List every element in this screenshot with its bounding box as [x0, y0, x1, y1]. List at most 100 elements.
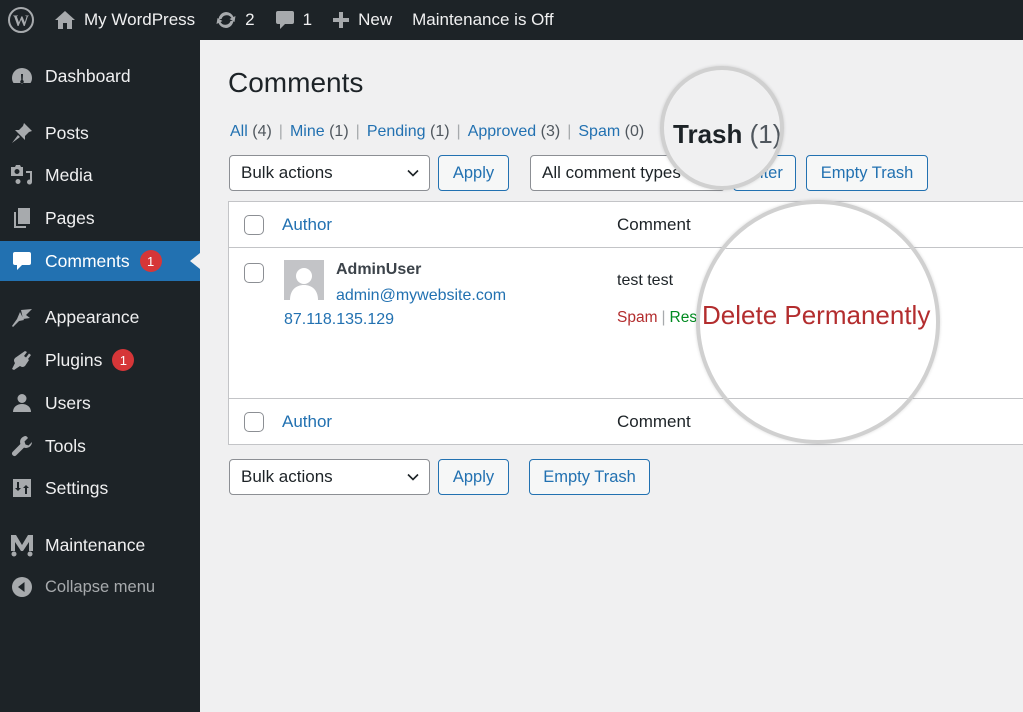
status-filter-links: All (4) | Mine (1) | Pending (1) | Approved (3… [230, 123, 644, 141]
bulk-actions-value: Bulk actions [241, 163, 333, 182]
filter-all[interactable]: All [230, 123, 248, 140]
comments-link[interactable]: 1 [265, 0, 322, 40]
filter-pending[interactable]: Pending [367, 123, 426, 140]
select-all-checkbox-bottom[interactable] [244, 411, 264, 432]
updates-link[interactable]: 2 [205, 0, 264, 40]
empty-trash-button-bottom[interactable]: Empty Trash [529, 459, 650, 495]
bulk-actions-select-top[interactable]: Bulk actions [229, 155, 430, 191]
filter-label: All [230, 123, 248, 140]
author-name: AdminUser [336, 261, 422, 278]
collapse-icon [10, 575, 34, 599]
pages-icon [10, 206, 34, 230]
filter-count: (3) [540, 123, 561, 140]
filter-mine[interactable]: Mine [290, 123, 325, 140]
maintenance-status: Maintenance is Off [412, 10, 554, 29]
plugin-icon [10, 348, 34, 372]
sidebar-item-tools[interactable]: Tools [0, 426, 200, 466]
separator: | [567, 123, 572, 140]
spam-action[interactable]: Spam [617, 309, 658, 326]
magnifier-trash-filter: Trash (1) [660, 66, 784, 190]
separator: | [661, 309, 666, 326]
filter-label: Pending [366, 123, 426, 140]
admin-sidebar: Dashboard Posts Media Pages Comments 1 A… [0, 40, 200, 712]
sidebar-label: Posts [45, 122, 89, 143]
chevron-down-icon [407, 169, 419, 177]
author-email-link[interactable]: admin@mywebsite.com [336, 287, 506, 305]
filter-label: Trash [673, 119, 743, 149]
comments-count: 1 [302, 10, 313, 29]
separator: | [456, 123, 461, 140]
user-icon [10, 391, 34, 415]
sidebar-item-dashboard[interactable]: Dashboard [0, 56, 200, 96]
wrench-icon [10, 434, 34, 458]
updates-icon [216, 11, 236, 29]
row-checkbox[interactable] [244, 263, 264, 283]
filter-label: Mine [289, 123, 325, 140]
empty-trash-button-top[interactable]: Empty Trash [806, 155, 928, 191]
filter-count: (0) [624, 123, 645, 140]
new-content-link[interactable]: New [322, 0, 402, 40]
comment-text: test test [617, 272, 674, 289]
filter-approved[interactable]: Approved [468, 123, 537, 140]
column-comment: Comment [617, 214, 691, 234]
separator: | [355, 123, 360, 140]
table-divider [700, 248, 936, 249]
sidebar-label: Pages [45, 207, 95, 228]
sidebar-item-settings[interactable]: Settings [0, 468, 200, 508]
pin-icon [10, 121, 34, 145]
plugins-badge: 1 [112, 349, 135, 371]
media-icon [10, 163, 34, 187]
apply-button-top[interactable]: Apply [438, 155, 509, 191]
sidebar-label: Maintenance [45, 534, 146, 555]
filter-count: (4) [252, 123, 272, 140]
column-author-sort-bottom[interactable]: Author [282, 412, 332, 432]
plus-icon [333, 12, 350, 28]
column-author-sort[interactable]: Author [282, 215, 332, 235]
sidebar-label: Users [45, 392, 91, 413]
bulk-actions-value: Bulk actions [241, 467, 333, 486]
comments-badge: 1 [139, 250, 162, 272]
sidebar-label: Collapse menu [45, 577, 156, 596]
filter-trash[interactable]: Trash (1) [673, 119, 782, 150]
table-divider [700, 398, 936, 399]
updates-count: 2 [245, 10, 255, 29]
sidebar-item-comments[interactable]: Comments 1 [0, 241, 200, 281]
bulk-actions-select-bottom[interactable]: Bulk actions [229, 459, 430, 495]
sidebar-item-plugins[interactable]: Plugins 1 [0, 340, 200, 380]
brush-icon [10, 305, 34, 329]
site-name-link[interactable]: My WordPress [44, 0, 205, 40]
filter-spam[interactable]: Spam [578, 123, 620, 140]
page-title: Comments [228, 67, 364, 98]
collapse-menu-button[interactable]: Collapse menu [0, 567, 200, 607]
delete-permanently-action[interactable]: Delete Permanently [702, 300, 930, 331]
filter-count: (1) [329, 123, 349, 140]
comment-icon [275, 11, 294, 29]
sidebar-label: Comments [45, 250, 130, 271]
maintenance-status-link[interactable]: Maintenance is Off [402, 0, 563, 40]
filter-count: (1) [749, 119, 782, 149]
separator: | [278, 123, 283, 140]
comment-type-value: All comment types [542, 163, 681, 182]
admin-bar: W My WordPress 2 1 New Maintenance is Of… [0, 0, 1023, 40]
select-all-checkbox[interactable] [244, 214, 264, 235]
sidebar-item-pages[interactable]: Pages [0, 198, 200, 238]
sidebar-item-posts[interactable]: Posts [0, 113, 200, 153]
sidebar-item-media[interactable]: Media [0, 155, 200, 195]
sidebar-label: Settings [45, 477, 109, 498]
dashboard-icon [10, 64, 34, 88]
wordpress-logo-button[interactable]: W [0, 0, 44, 40]
sidebar-item-maintenance[interactable]: Maintenance [0, 525, 200, 565]
wordpress-icon: W [8, 7, 34, 33]
sidebar-item-appearance[interactable]: Appearance [0, 297, 200, 337]
sidebar-label: Media [45, 164, 93, 185]
sidebar-label: Tools [45, 435, 86, 456]
home-icon [55, 11, 75, 29]
svg-text:W: W [13, 13, 29, 30]
filter-label: Approved [467, 123, 537, 140]
apply-button-bottom[interactable]: Apply [438, 459, 509, 495]
author-ip-link[interactable]: 87.118.135.129 [284, 311, 394, 329]
sidebar-item-users[interactable]: Users [0, 383, 200, 423]
chevron-down-icon [407, 473, 419, 481]
new-label: New [358, 10, 393, 29]
filter-label: Spam [578, 123, 621, 140]
